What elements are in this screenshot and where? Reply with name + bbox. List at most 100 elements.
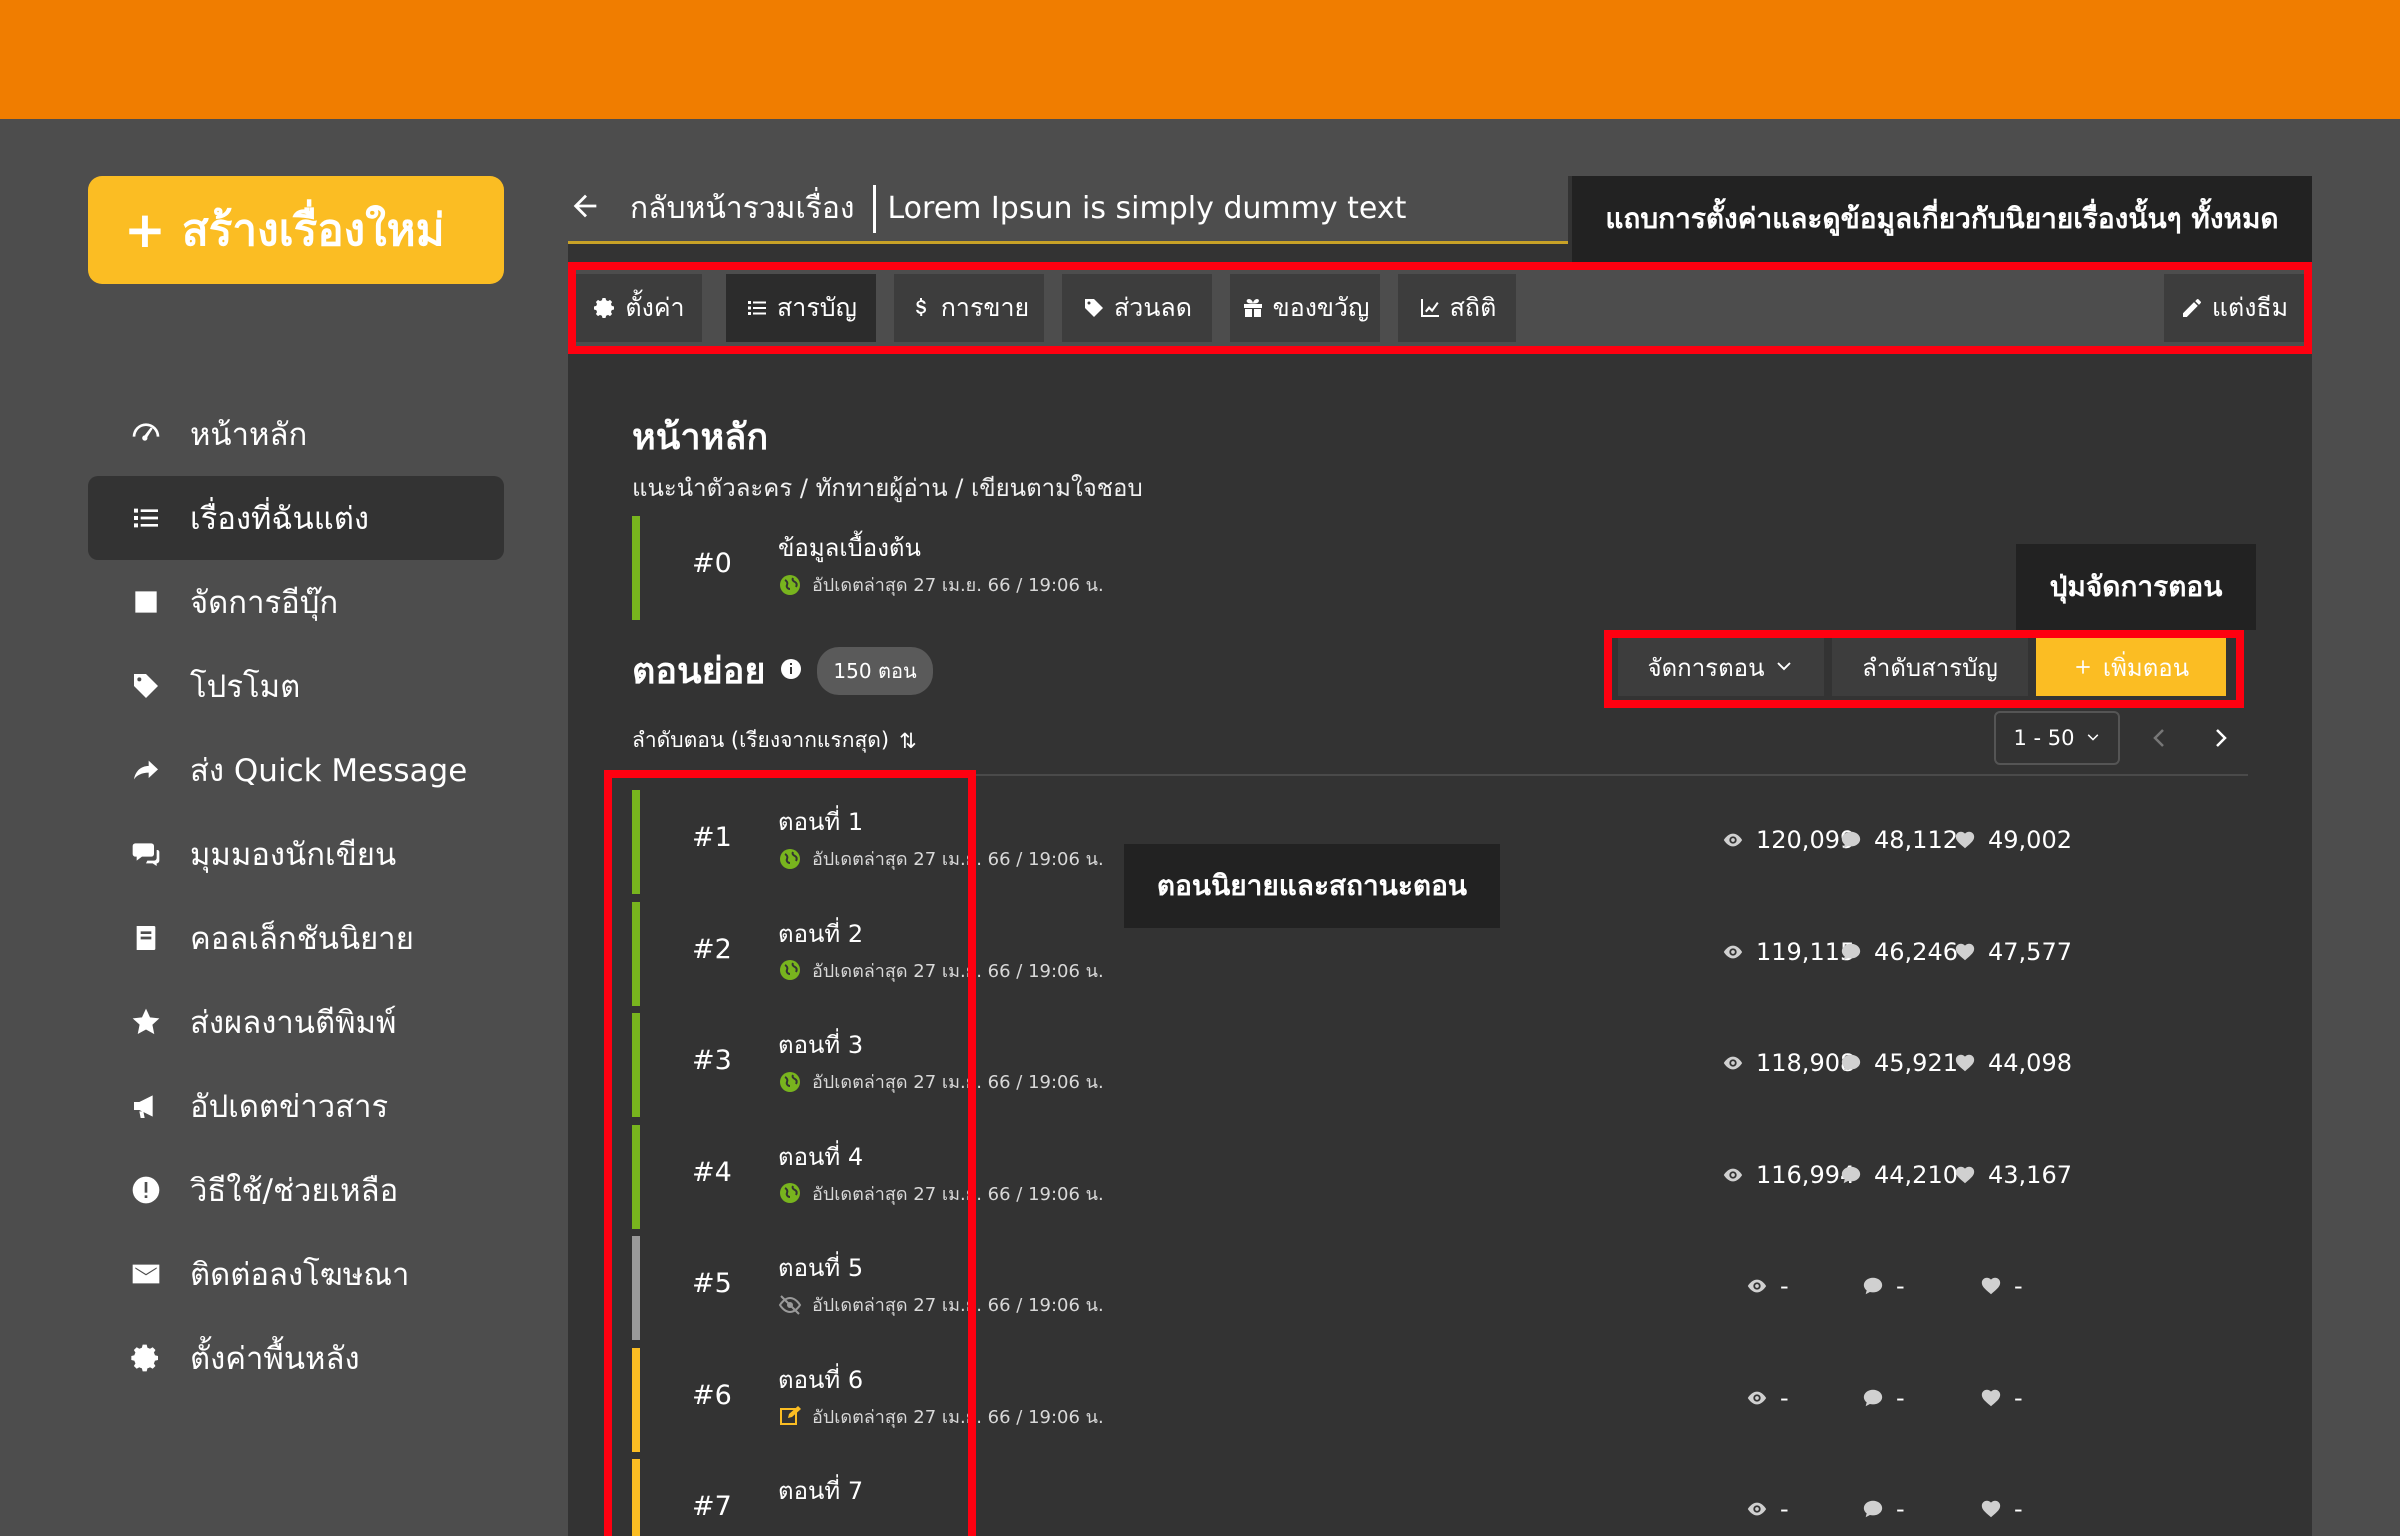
sidebar-item-label: คอลเล็กชันนิยาย: [190, 921, 414, 957]
tag-icon: [128, 668, 164, 704]
plus-icon: +: [124, 201, 166, 259]
likes-value: 44,098: [1988, 1049, 2072, 1077]
list-icon: [128, 500, 164, 536]
likes-value: 43,167: [1988, 1160, 2072, 1189]
episode-likes: -: [1980, 1384, 2023, 1412]
sidebar-item-label: ตั้งค่าพื้นหลัง: [190, 1341, 360, 1377]
episode-views: 119,115: [1722, 938, 1855, 966]
likes-value: 49,002: [1988, 826, 2072, 854]
episode-likes: -: [1980, 1272, 2023, 1300]
comment-icon: [1841, 1166, 1861, 1183]
eye-icon: [1723, 1056, 1743, 1070]
story-title: Lorem Ipsun is simply dummy text: [887, 191, 1407, 226]
back-arrow-icon[interactable]: [568, 189, 608, 229]
create-story-button[interactable]: + สร้างเรื่องใหม่: [88, 176, 504, 284]
heart-icon: [1955, 831, 1975, 849]
sidebar-item-5[interactable]: ส่ง Quick Message: [88, 728, 504, 812]
eye-icon: [1747, 1279, 1767, 1293]
comment-icon: [1841, 831, 1861, 849]
sidebar-item-label: จัดการอีบุ๊ก: [190, 585, 339, 621]
likes-value: 47,577: [1988, 937, 2072, 966]
episode-comments: 44,210: [1840, 1161, 1958, 1189]
heart-icon: [1955, 943, 1975, 960]
sidebar-nav: หน้าหลัก เรื่องที่ฉันแต่งจัดการอีบุ๊กโปรโ…: [88, 392, 504, 1400]
share-icon: [128, 752, 164, 788]
episode-comments: 46,246: [1840, 938, 1958, 966]
page-subtitle: แนะนำตัวละคร / ทักทายผู้อ่าน / เขียนตามใ…: [632, 474, 1143, 502]
episodes-header: ตอนย่อย 150 ตอน: [632, 642, 933, 699]
sidebar-item-label: ติดต่อลงโฆษณา: [190, 1257, 410, 1293]
episode-comments: -: [1862, 1495, 1905, 1523]
episode-views: 118,908: [1722, 1049, 1855, 1077]
sidebar-item-3[interactable]: จัดการอีบุ๊ก: [88, 560, 504, 644]
eye-icon: [1747, 1502, 1767, 1516]
sidebar-item-6[interactable]: มุมมองนักเขียน: [88, 812, 504, 896]
back-to-stories-link[interactable]: กลับหน้ารวมเรื่อง: [630, 185, 855, 232]
page-title: หน้าหลัก: [632, 417, 769, 458]
sidebar-item-8[interactable]: ส่งผลงานตีพิมพ์: [88, 980, 504, 1064]
chevron-right-icon: [2216, 729, 2227, 747]
ebook-icon: [128, 584, 164, 620]
info-icon[interactable]: [779, 657, 803, 685]
eye-icon: [1747, 1391, 1767, 1404]
likes-value: -: [2014, 1272, 2023, 1300]
comment-icon: [1863, 1277, 1883, 1295]
episode-name: ข้อมูลเบื้องต้น: [778, 534, 921, 562]
views-value: -: [1780, 1495, 1789, 1523]
next-page-button[interactable]: [2204, 722, 2236, 754]
comment-icon: [1863, 1389, 1883, 1406]
intro-row[interactable]: #0 ข้อมูลเบื้องต้น อัปเดตล่าสุด 27 เม.ย.…: [632, 516, 2232, 620]
sidebar-item-label: วิธีใช้/ช่วยเหลือ: [190, 1173, 399, 1209]
heart-icon: [1955, 1166, 1975, 1183]
gear-icon: [128, 1340, 164, 1376]
episode-comments: -: [1862, 1272, 1905, 1300]
likes-value: -: [2014, 1383, 2023, 1412]
heart-icon: [1981, 1389, 2001, 1406]
star-icon: [128, 1004, 164, 1040]
comments-value: -: [1896, 1383, 1905, 1412]
annotation-buttons: ปุ่มจัดการตอน: [2016, 544, 2256, 630]
episode-likes: 43,167: [1954, 1161, 2072, 1189]
mail-icon: [128, 1256, 164, 1292]
create-story-label: สร้างเรื่องใหม่: [181, 205, 445, 256]
episode-comments: -: [1862, 1384, 1905, 1412]
eye-icon: [1723, 833, 1743, 847]
sidebar-item-10[interactable]: วิธีใช้/ช่วยเหลือ: [88, 1148, 504, 1232]
status-bar: [632, 516, 640, 620]
sidebar-item-7[interactable]: คอลเล็กชันนิยาย: [88, 896, 504, 980]
prev-page-button[interactable]: [2144, 722, 2176, 754]
sidebar-item-12[interactable]: ตั้งค่าพื้นหลัง: [88, 1316, 504, 1400]
episode-views: -: [1746, 1495, 1789, 1523]
globe-icon: [780, 574, 800, 595]
episode-views: 120,099: [1722, 826, 1855, 854]
page-range-select[interactable]: 1 - 50: [1994, 711, 2120, 765]
sidebar-item-label: อัปเดตข่าวสาร: [190, 1089, 389, 1125]
sort-toggle[interactable]: ลำดับตอน (เรียงจากแรกสุด) ⇅: [632, 724, 917, 757]
heart-icon: [1981, 1500, 2001, 1518]
sidebar-item-1[interactable]: หน้าหลัก: [88, 392, 504, 476]
sidebar-item-label: ส่ง Quick Message: [190, 753, 468, 789]
sidebar-item-4[interactable]: โปรโมต: [88, 644, 504, 728]
episodes-title: ตอนย่อย: [632, 651, 766, 692]
comment-icon: [1841, 943, 1861, 960]
episode-count-badge: 150 ตอน: [817, 646, 933, 695]
sidebar-item-label: มุมมองนักเขียน: [190, 837, 397, 873]
sidebar-item-2[interactable]: เรื่องที่ฉันแต่ง: [88, 476, 504, 560]
episode-views: -: [1746, 1384, 1789, 1412]
episode-views: 116,994: [1722, 1161, 1855, 1189]
sidebar-item-11[interactable]: ติดต่อลงโฆษณา: [88, 1232, 504, 1316]
annotation-episodes-frame: [604, 770, 976, 1536]
heart-icon: [1981, 1277, 2001, 1295]
eye-icon: [1723, 945, 1743, 958]
story-header: กลับหน้ารวมเรื่อง Lorem Ipsun is simply …: [568, 176, 1568, 244]
episode-updated: อัปเดตล่าสุด 27 เม.ย. 66 / 19:06 น.: [812, 575, 1104, 596]
comment-icon: [1841, 1054, 1861, 1072]
sidebar-item-9[interactable]: อัปเดตข่าวสาร: [88, 1064, 504, 1148]
annotation-buttons-frame: [1604, 630, 2244, 708]
likes-value: -: [2014, 1495, 2023, 1523]
annotation-tabbar: แถบการตั้งค่าและดูข้อมูลเกี่ยวกับนิยายเร…: [1572, 176, 2312, 262]
episode-number: #0: [692, 548, 732, 579]
book-icon: [128, 920, 164, 956]
top-bar: [0, 0, 2400, 119]
annotation-tabbar-frame: [568, 262, 2312, 354]
